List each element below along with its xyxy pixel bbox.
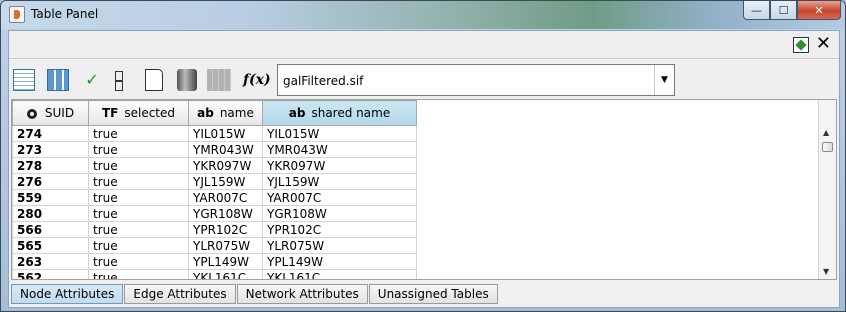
shared-name-cell[interactable]: YPL149W <box>262 253 417 270</box>
table-row[interactable]: 280 true YGR108W YGR108W <box>12 205 417 222</box>
split-icon[interactable] <box>113 69 123 91</box>
shared-name-cell[interactable]: YLR075W <box>262 237 417 254</box>
name-cell[interactable]: YPR102C <box>188 221 263 238</box>
dock-float-icon[interactable] <box>793 37 809 53</box>
suid-cell[interactable]: 276 <box>12 173 89 190</box>
suid-cell[interactable]: 263 <box>12 253 89 270</box>
table-row[interactable]: 566 true YPR102C YPR102C <box>12 221 417 238</box>
network-select[interactable]: galFiltered.sif ▼ <box>277 64 675 96</box>
selected-cell[interactable]: true <box>88 141 189 158</box>
table-row[interactable]: 273 true YMR043W YMR043W <box>12 141 417 158</box>
table-row[interactable]: 562 true YKL161C YKL161C <box>12 269 417 279</box>
chevron-down-icon[interactable]: ▼ <box>654 65 674 95</box>
close-window-button[interactable]: ✕ <box>797 1 841 20</box>
name-cell[interactable]: YAR007C <box>188 189 263 206</box>
string-type-icon: ab <box>288 106 306 120</box>
table-settings-icon[interactable] <box>13 69 35 91</box>
tab-node-attributes[interactable]: Node Attributes <box>11 284 124 304</box>
table-row[interactable]: 278 true YKR097W YKR097W <box>12 157 417 174</box>
suid-cell[interactable]: 566 <box>12 221 89 238</box>
suid-cell[interactable]: 280 <box>12 205 89 222</box>
shared-name-cell[interactable]: YAR007C <box>262 189 417 206</box>
scroll-up-icon[interactable]: ▲ <box>823 128 829 137</box>
column-label: name <box>219 106 254 120</box>
string-type-icon: ab <box>197 106 214 120</box>
name-cell[interactable]: YLR075W <box>188 237 263 254</box>
name-cell[interactable]: YKR097W <box>188 157 263 174</box>
selected-cell[interactable]: true <box>88 269 189 279</box>
shared-name-cell[interactable]: YIL015W <box>262 125 417 142</box>
table-type-tabs: Node Attributes Edge Attributes Network … <box>11 284 499 306</box>
suid-cell[interactable]: 562 <box>12 269 89 279</box>
column-label: shared name <box>311 106 391 120</box>
attribute-table: SUID TFselected abname abshared name <box>11 99 837 280</box>
table-row[interactable]: 559 true YAR007C YAR007C <box>12 189 417 206</box>
column-header-name[interactable]: ab name <box>188 100 263 126</box>
tab-edge-attributes[interactable]: Edge Attributes <box>124 284 236 304</box>
delete-icon[interactable] <box>177 69 197 91</box>
selected-cell[interactable]: true <box>88 237 189 254</box>
table-toolbar: ✓ f(x) galFiltered.sif ▼ <box>9 60 839 98</box>
suid-cell[interactable]: 565 <box>12 237 89 254</box>
selected-cell[interactable]: true <box>88 173 189 190</box>
tab-unassigned-tables[interactable]: Unassigned Tables <box>368 284 498 304</box>
java-app-icon <box>9 6 25 23</box>
close-panel-button[interactable]: ✕ <box>816 33 831 54</box>
header-row: SUID TF selected ab name ab shared name <box>12 100 417 126</box>
shared-name-cell[interactable]: YKR097W <box>262 157 417 174</box>
table-row[interactable]: 276 true YJL159W YJL159W <box>12 173 417 190</box>
panel-header: ✕ <box>9 31 839 59</box>
new-table-icon[interactable] <box>145 69 163 91</box>
name-cell[interactable]: YGR108W <box>188 205 263 222</box>
table-panel-window: Table Panel — ☐ ✕ ✕ ✓ f(x) galFiltered.s… <box>0 0 846 312</box>
name-cell[interactable]: YIL015W <box>188 125 263 142</box>
selected-cell[interactable]: true <box>88 253 189 270</box>
name-cell[interactable]: YJL159W <box>188 173 263 190</box>
shared-name-cell[interactable]: YPR102C <box>262 221 417 238</box>
selected-cell[interactable]: true <box>88 157 189 174</box>
minimize-button[interactable]: — <box>743 1 770 20</box>
column-label: selected <box>124 106 176 120</box>
column-header-shared-name[interactable]: ab shared name <box>262 100 417 126</box>
suid-cell[interactable]: 278 <box>12 157 89 174</box>
panel-body: ✕ ✓ f(x) galFiltered.sif ▼ SUID TF selec… <box>8 30 840 308</box>
table-row[interactable]: 565 true YLR075W YLR075W <box>12 237 417 254</box>
suid-cell[interactable]: 274 <box>12 125 89 142</box>
scroll-down-icon[interactable]: ▼ <box>823 267 829 276</box>
title-bar[interactable]: Table Panel — ☐ ✕ <box>1 1 845 29</box>
suid-cell[interactable]: 559 <box>12 189 89 206</box>
name-cell[interactable]: YMR043W <box>188 141 263 158</box>
name-cell[interactable]: YPL149W <box>188 253 263 270</box>
column-header-suid[interactable]: SUID <box>12 100 89 126</box>
window-title: Table Panel <box>31 7 99 21</box>
selected-cell[interactable]: true <box>88 221 189 238</box>
maximize-button[interactable]: ☐ <box>770 1 797 20</box>
key-icon <box>26 108 37 119</box>
suid-cell[interactable]: 273 <box>12 141 89 158</box>
shared-name-cell[interactable]: YMR043W <box>262 141 417 158</box>
shared-name-cell[interactable]: YJL159W <box>262 173 417 190</box>
selected-cell[interactable]: true <box>88 205 189 222</box>
grid-icon <box>207 69 231 91</box>
shared-name-cell[interactable]: YKL161C <box>262 269 417 279</box>
table-row[interactable]: 274 true YIL015W YIL015W <box>12 125 417 142</box>
network-select-value: galFiltered.sif <box>283 74 364 88</box>
scroll-thumb[interactable] <box>822 142 833 152</box>
name-cell[interactable]: YKL161C <box>188 269 263 279</box>
window-controls: — ☐ ✕ <box>743 1 841 21</box>
select-columns-icon[interactable]: ✓ <box>81 69 103 91</box>
function-builder-icon[interactable]: f(x) <box>243 69 271 91</box>
vertical-scrollbar[interactable]: ▲ ▼ <box>818 100 836 279</box>
column-label: SUID <box>44 106 75 120</box>
show-columns-icon[interactable] <box>47 69 69 91</box>
column-header-selected[interactable]: TF selected <box>88 100 189 126</box>
table-row[interactable]: 263 true YPL149W YPL149W <box>12 253 417 270</box>
shared-name-cell[interactable]: YGR108W <box>262 205 417 222</box>
selected-cell[interactable]: true <box>88 189 189 206</box>
selected-cell[interactable]: true <box>88 125 189 142</box>
boolean-type-icon: TF <box>101 106 119 120</box>
tab-network-attributes[interactable]: Network Attributes <box>236 284 368 304</box>
